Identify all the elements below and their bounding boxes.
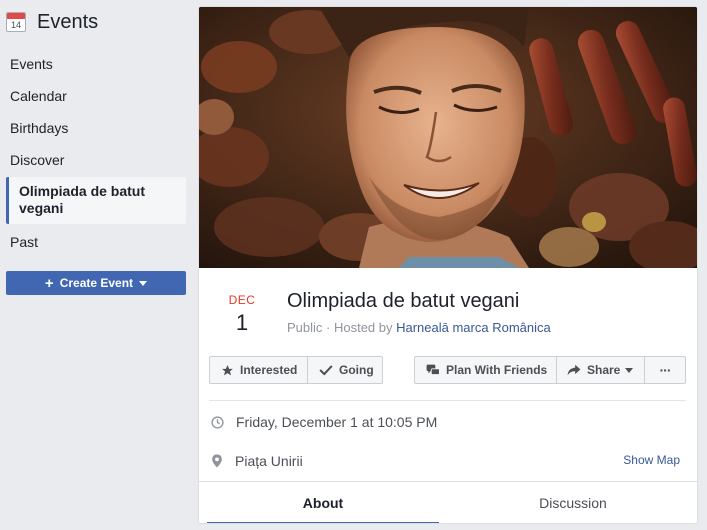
sidebar-item-birthdays[interactable]: Birthdays	[10, 120, 68, 136]
event-datetime-row: Friday, December 1 at 10:05 PM	[211, 414, 437, 430]
sidebar-item-discover[interactable]: Discover	[10, 152, 64, 168]
share-label: Share	[587, 363, 621, 377]
event-host-link[interactable]: Harnealā marca Românica	[396, 320, 551, 335]
event-month: DEC	[228, 293, 256, 307]
event-visibility: Public · Hosted by	[287, 320, 397, 335]
more-options-icon: ···	[659, 362, 672, 378]
calendar-icon: 14	[6, 12, 26, 32]
going-label: Going	[339, 363, 374, 377]
plus-icon: +	[44, 274, 54, 292]
going-button[interactable]: Going	[307, 356, 383, 384]
interested-label: Interested	[240, 363, 298, 377]
chat-bubbles-icon	[426, 364, 440, 375]
create-event-label: Create Event	[59, 276, 134, 290]
share-arrow-icon	[567, 364, 581, 376]
plan-with-friends-button[interactable]: Plan With Friends	[414, 356, 557, 384]
event-meta: Public · Hosted by Harnealā marca Români…	[287, 320, 551, 335]
plan-label: Plan With Friends	[446, 363, 548, 377]
divider	[209, 400, 686, 401]
sidebar-item-events[interactable]: Events	[10, 56, 53, 72]
event-datetime[interactable]: Friday, December 1 at 10:05 PM	[236, 414, 437, 430]
share-button[interactable]: Share	[556, 356, 645, 384]
tab-about[interactable]: About	[207, 482, 439, 523]
sidebar-header: 14 Events	[6, 8, 98, 36]
event-title: Olimpiada de batut vegani	[287, 290, 520, 312]
check-icon	[319, 365, 333, 376]
tab-discussion[interactable]: Discussion	[457, 482, 689, 523]
calendar-icon-day: 14	[10, 20, 21, 30]
sidebar-item-current-event[interactable]: Olimpiada de batut vegani	[6, 177, 186, 224]
event-location-row: Piața Unirii	[211, 453, 303, 469]
more-options-button[interactable]: ···	[644, 356, 686, 384]
star-icon	[222, 364, 233, 375]
sidebar-title[interactable]: Events	[37, 11, 98, 34]
show-map-link[interactable]: Show Map	[623, 453, 680, 467]
sidebar-item-calendar[interactable]: Calendar	[10, 88, 67, 104]
location-pin-icon	[212, 454, 222, 468]
events-sidebar: 14 Events Events Calendar Birthdays Disc…	[0, 0, 192, 530]
caret-down-icon	[625, 367, 634, 373]
clock-icon	[211, 415, 224, 429]
sidebar-item-past[interactable]: Past	[10, 234, 38, 250]
create-event-button[interactable]: + Create Event	[6, 271, 186, 295]
event-date-badge: DEC 1	[217, 293, 267, 336]
event-day: 1	[235, 310, 249, 335]
event-location[interactable]: Piața Unirii	[235, 453, 303, 469]
caret-down-icon	[139, 280, 148, 286]
cover-image	[199, 7, 697, 268]
event-cover-photo[interactable]	[199, 7, 697, 268]
interested-button[interactable]: Interested	[209, 356, 308, 384]
event-card: DEC 1 Olimpiada de batut vegani Public ·…	[198, 6, 698, 524]
